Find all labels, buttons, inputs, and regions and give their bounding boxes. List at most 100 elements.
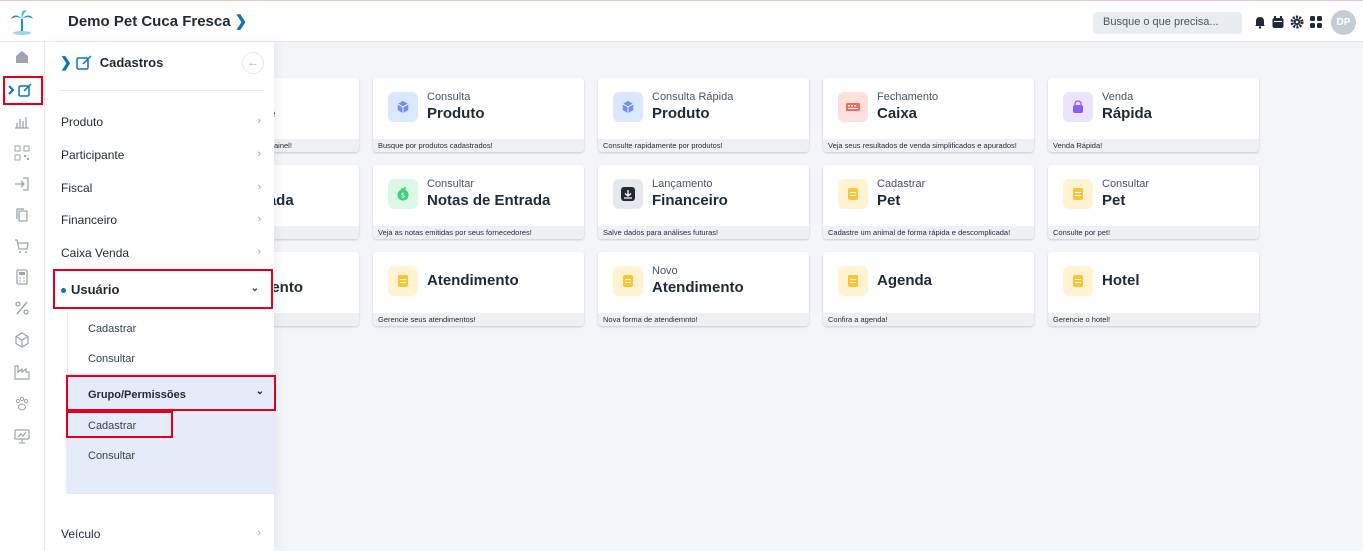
submenu-item-cadastrar[interactable]: Cadastrar (88, 323, 136, 335)
note-icon (388, 266, 418, 296)
search-input[interactable]: Busque o que precisa... (1093, 12, 1242, 34)
card-subtitle: Consulta (427, 91, 471, 103)
login-icon[interactable] (14, 176, 30, 192)
app-title[interactable]: Demo Pet Cuca Fresca ❯ (68, 12, 247, 30)
calendar-icon[interactable] (1271, 15, 1285, 29)
shortcut-card[interactable]: Consulta Rápida Produto Consulte rapidamen… (598, 78, 809, 152)
card-footer: Gerencie o hotel! (1048, 313, 1259, 326)
card-footer: Nova forma de atendiemnto! (598, 313, 809, 326)
menu-item-produto[interactable]: Produto › (61, 115, 261, 135)
menu-item-participante[interactable]: Participante › (61, 148, 261, 168)
qr-code-icon[interactable] (14, 145, 30, 161)
card-title: Atendimento (427, 272, 519, 289)
home-icon[interactable] (14, 49, 30, 65)
chevron-down-icon: ⌄ (255, 386, 264, 397)
shortcut-card[interactable]: Atendimento Gerencie seus atendimentos! (373, 252, 584, 326)
card-footer: Gerencie seus atendimentos! (373, 313, 584, 326)
submenu-label: Grupo/Permissões (88, 389, 186, 401)
download-icon (613, 179, 643, 209)
shortcut-card[interactable]: Hotel Gerencie o hotel! (1048, 252, 1259, 326)
card-subtitle: Novo (652, 265, 678, 277)
collapse-drawer-button[interactable]: ← (242, 52, 264, 74)
card-footer: Venda Rápida! (1048, 139, 1259, 152)
cube-icon[interactable] (14, 332, 30, 348)
partial-card-1[interactable]: te ainel! (274, 78, 359, 152)
paw-icon[interactable] (14, 396, 30, 412)
invoice-icon: $ (388, 179, 418, 209)
menu-item-fiscal[interactable]: Fiscal › (61, 181, 261, 201)
card-subtitle: Lançamento (652, 178, 713, 190)
copy-icon[interactable] (14, 207, 30, 223)
cube-icon (388, 92, 418, 122)
card-title: Notas de Entrada (427, 192, 551, 209)
cube-icon (613, 92, 643, 122)
shortcut-card[interactable]: $ Consultar Notas de Entrada Veja as notas … (373, 165, 584, 239)
shortcut-card[interactable]: Consulta Produto Busque por produtos cadas… (373, 78, 584, 152)
shortcut-card[interactable]: Fechamento Caixa Veja seus resultados de v… (823, 78, 1034, 152)
shortcut-card[interactable]: Novo Atendimento Nova forma de atendiemnto… (598, 252, 809, 326)
card-title: Pet (1102, 192, 1126, 209)
card-footer: Busque por produtos cadastrados! (373, 139, 584, 152)
drawer-title: Cadastros (99, 55, 164, 70)
menu-item-caixa-venda[interactable]: Caixa Venda › (61, 246, 261, 266)
gear-icon[interactable] (1290, 15, 1304, 29)
card-subtitle: Venda (1102, 91, 1134, 103)
partial-card-2[interactable]: trada (274, 165, 359, 239)
note-icon (1063, 266, 1093, 296)
partial-card-footer (274, 313, 359, 326)
card-footer: Veja as notas emitidas por seus forneced… (373, 226, 584, 239)
chevron-right-icon: › (257, 148, 261, 160)
shortcut-card[interactable]: Cadastrar Pet Cadastre um animal de forma … (823, 165, 1034, 239)
avatar[interactable]: DP (1331, 10, 1356, 35)
menu-item-label: Veículo (61, 527, 101, 541)
chevron-right-icon: › (257, 181, 261, 193)
card-title: Rápida (1102, 105, 1153, 122)
card-footer: Cadastre um animal de forma rápida e des… (823, 226, 1034, 239)
calculator-icon[interactable] (14, 269, 30, 285)
card-subtitle: Fechamento (877, 91, 939, 103)
bar-chart-icon[interactable] (14, 114, 30, 130)
grupo-item-consultar[interactable]: Consultar (88, 450, 135, 462)
factory-icon[interactable] (14, 364, 30, 380)
presentation-chart-icon[interactable] (14, 428, 30, 444)
note-icon (1063, 179, 1093, 209)
chevron-right-icon: › (257, 527, 261, 539)
card-subtitle: Consultar (1102, 178, 1150, 190)
partial-card-3[interactable]: mento (274, 252, 359, 326)
card-subtitle: Cadastrar (877, 178, 926, 190)
bell-icon[interactable] (1253, 15, 1267, 29)
menu-item-financeiro[interactable]: Financeiro › (61, 213, 261, 233)
top-bar: Demo Pet Cuca Fresca ❯ Busque o que preci… (0, 0, 1363, 42)
partial-card-footer (274, 226, 359, 239)
cart-icon[interactable] (14, 238, 30, 254)
apps-grid-icon[interactable] (1309, 15, 1323, 29)
shortcut-card[interactable]: Lançamento Financeiro Salve dados para aná… (598, 165, 809, 239)
shortcut-card[interactable]: Consultar Pet Consulte por pet! (1048, 165, 1259, 239)
cadastros-drawer: ❯ Cadastros ← Produto › Participante › Fis… (45, 42, 276, 551)
edit-registry-icon (75, 54, 92, 70)
percent-icon[interactable] (14, 300, 30, 316)
shortcut-card[interactable]: Venda Rápida Venda Rápida! (1048, 78, 1259, 152)
card-title: Pet (877, 192, 901, 209)
card-footer: Veja seus resultados de venda simplifica… (823, 139, 1034, 152)
chevron-right-icon: › (257, 115, 261, 127)
menu-item-usuario[interactable]: Usuário ⌄ (53, 269, 273, 309)
note-icon (613, 266, 643, 296)
edit-registry-icon[interactable] (8, 82, 36, 98)
submenu-item-grupo-permissoes[interactable]: Grupo/Permissões ⌄ (66, 375, 276, 411)
menu-item-label: Caixa Venda (61, 246, 130, 260)
arrow-left-icon: ← (247, 57, 259, 69)
register-icon (838, 92, 868, 122)
bag-icon (1063, 92, 1093, 122)
palm-logo-icon[interactable] (8, 7, 36, 35)
card-title: Agenda (877, 272, 933, 289)
drawer-header: ❯ Cadastros (60, 54, 163, 71)
shortcut-card[interactable]: Agenda Confira a agenda! (823, 252, 1034, 326)
submenu-item-consultar[interactable]: Consultar (88, 353, 135, 365)
note-icon (838, 266, 868, 296)
card-footer: Salve dados para análises futuras! (598, 226, 809, 239)
note-icon (838, 179, 868, 209)
menu-item-label: Fiscal (61, 181, 93, 195)
grupo-item-cadastrar[interactable]: Cadastrar (66, 411, 173, 438)
menu-item-veiculo[interactable]: Veículo › (61, 527, 261, 547)
